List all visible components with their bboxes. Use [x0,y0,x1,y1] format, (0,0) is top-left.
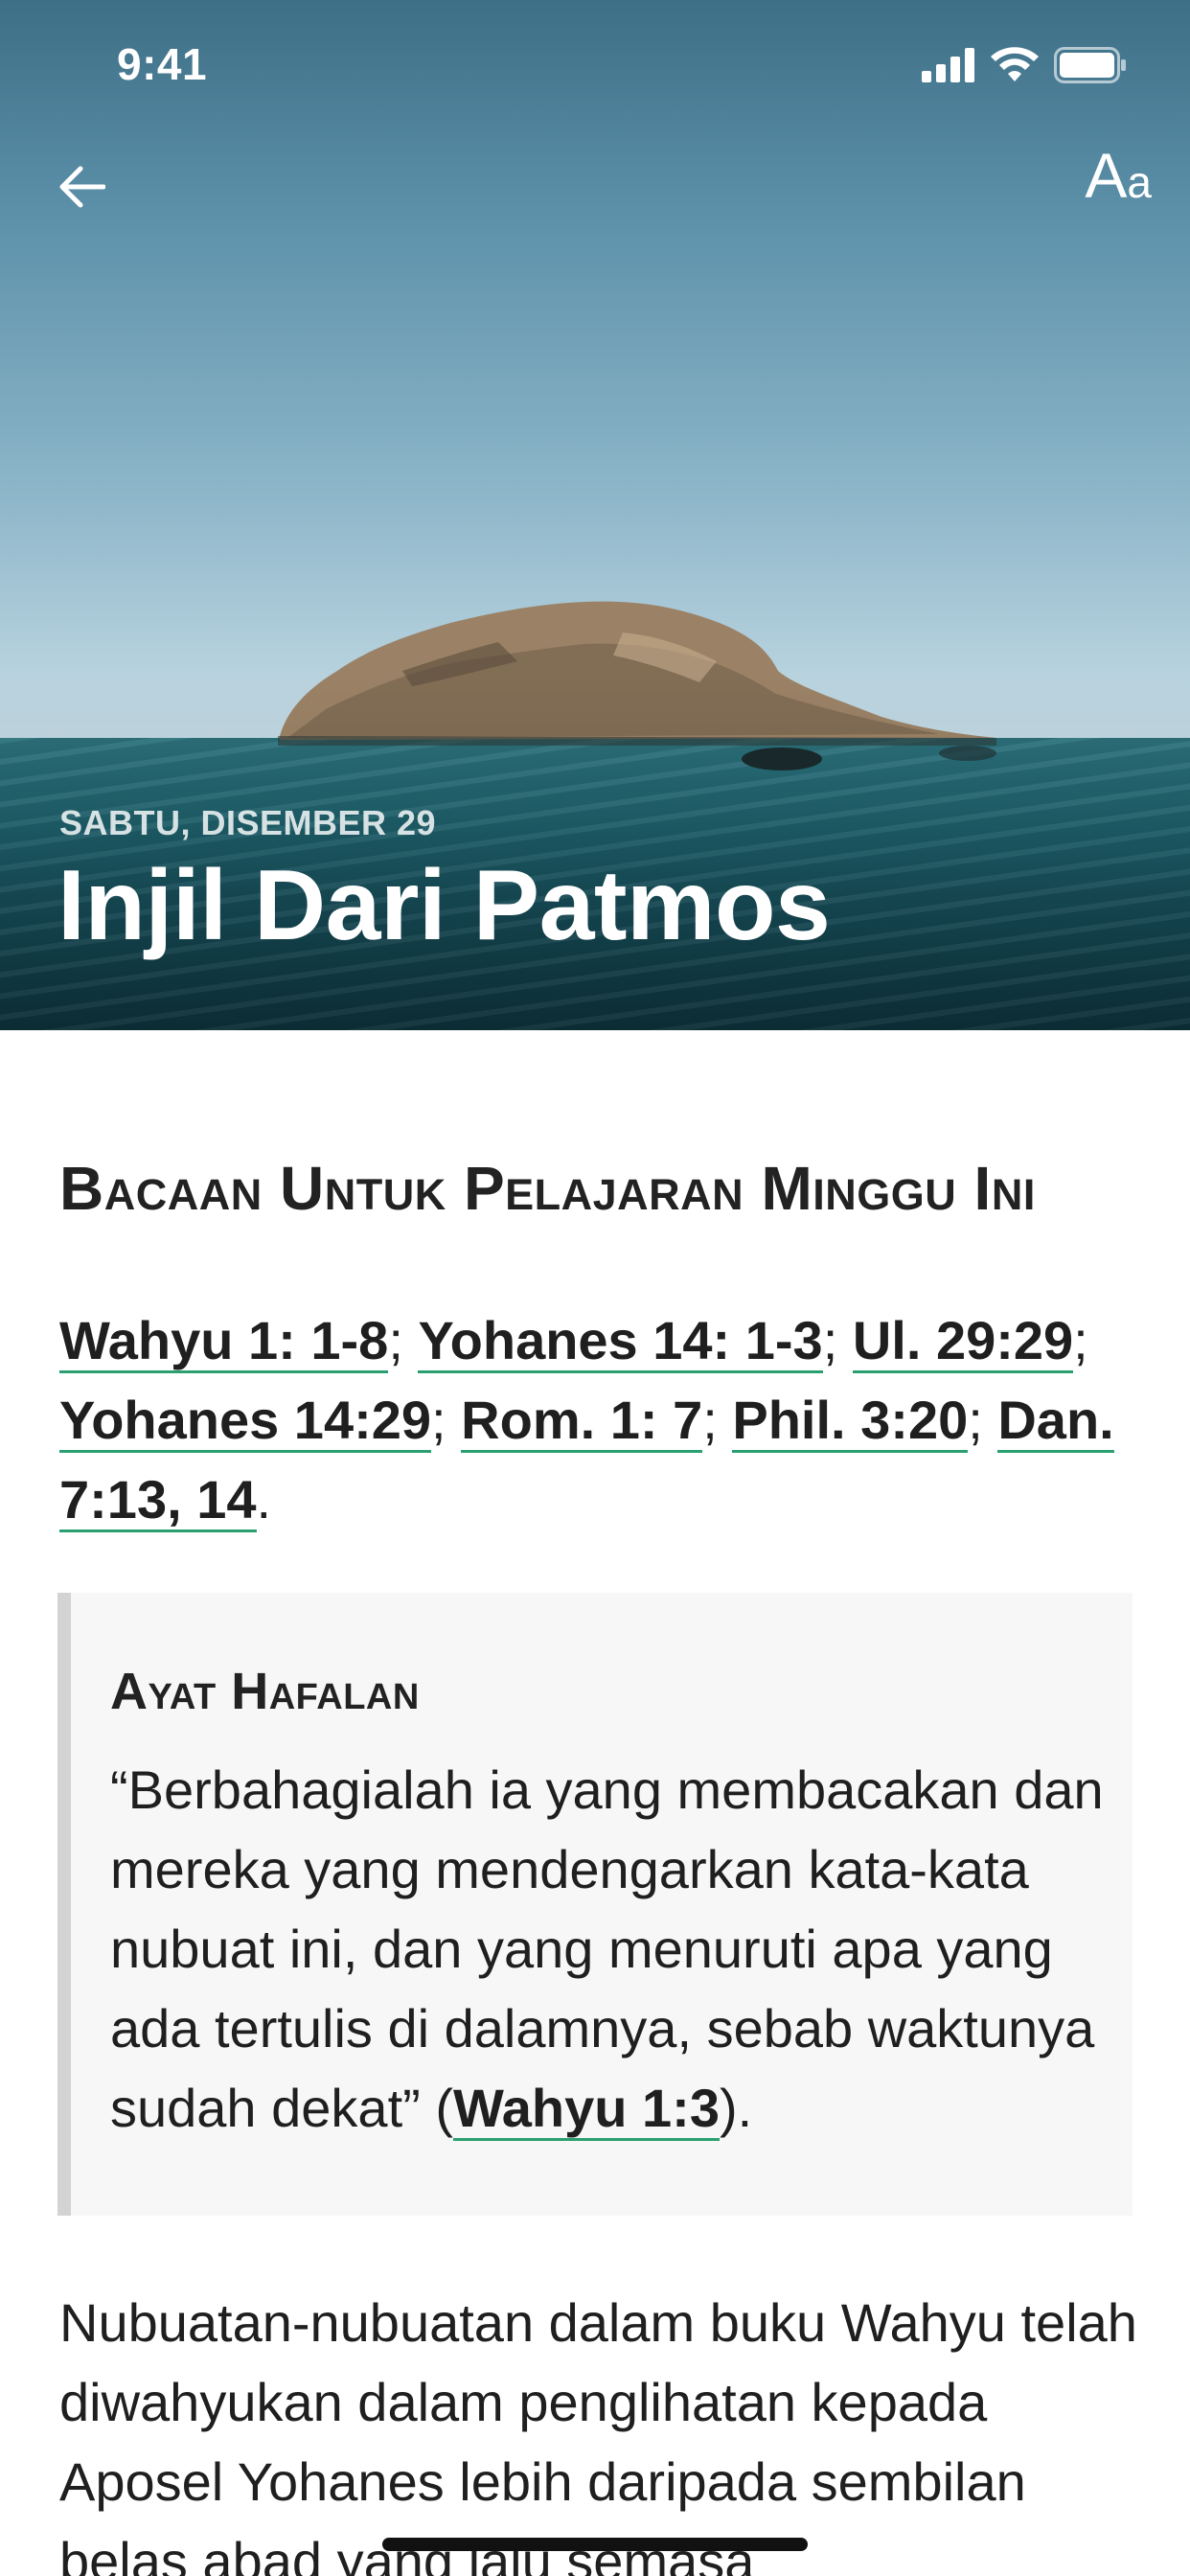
lesson-title: Injil Dari Patmos [57,850,831,961]
memory-verse-closing: ). [719,2078,753,2138]
reference-link[interactable]: Yohanes 14:29 [59,1390,432,1453]
cellular-signal-icon [922,48,974,82]
reference-link[interactable]: Ul. 29:29 [852,1310,1074,1373]
memory-verse-title: Ayat Hafalan [110,1663,420,1720]
memory-verse-reference-link[interactable]: Wahyu 1:3 [452,2078,720,2141]
lesson-date: SABTU, DISEMBER 29 [59,803,437,842]
font-size-icon-small: a [1127,157,1152,207]
wifi-icon [991,47,1039,81]
status-bar: 9:41 [0,0,1190,126]
hero-image: 9:41 A a SABTU, DISEMBER 29 Injil Dari P… [0,0,1190,1030]
reference-link[interactable]: Wahyu 1: 1-8 [59,1310,389,1373]
status-icons [922,46,1127,84]
battery-icon [1054,47,1126,83]
reference-link[interactable]: Rom. 1: 7 [461,1390,703,1453]
lesson-body-text: Nubuatan-nubuatan dalam buku Wahyu telah… [59,2292,1137,2576]
reading-heading: Bacaan Untuk Pelajaran Minggu Ini [59,1154,1036,1223]
memory-verse-box: Ayat Hafalan “Berbahagialah ia yang memb… [57,1593,1133,2216]
reference-link[interactable]: Yohanes 14: 1-3 [418,1310,823,1373]
status-time: 9:41 [117,39,208,89]
memory-verse-text: “Berbahagialah ia yang membacakan dan me… [110,1750,1107,2148]
screen: 9:41 A a SABTU, DISEMBER 29 Injil Dari P… [0,0,1190,2576]
arrow-left-icon [59,166,105,208]
reference-link[interactable]: Phil. 3:20 [732,1390,969,1453]
lesson-content: Bacaan Untuk Pelajaran Minggu Ini Wahyu … [0,1030,1190,2576]
reading-references: Wahyu 1: 1-8; Yohanes 14: 1-3; Ul. 29:29… [59,1300,1123,1539]
font-size-icon-large: A [1085,140,1128,211]
home-indicator[interactable] [382,2538,808,2551]
back-button[interactable] [48,153,115,220]
font-size-button[interactable]: A a [1085,144,1152,220]
